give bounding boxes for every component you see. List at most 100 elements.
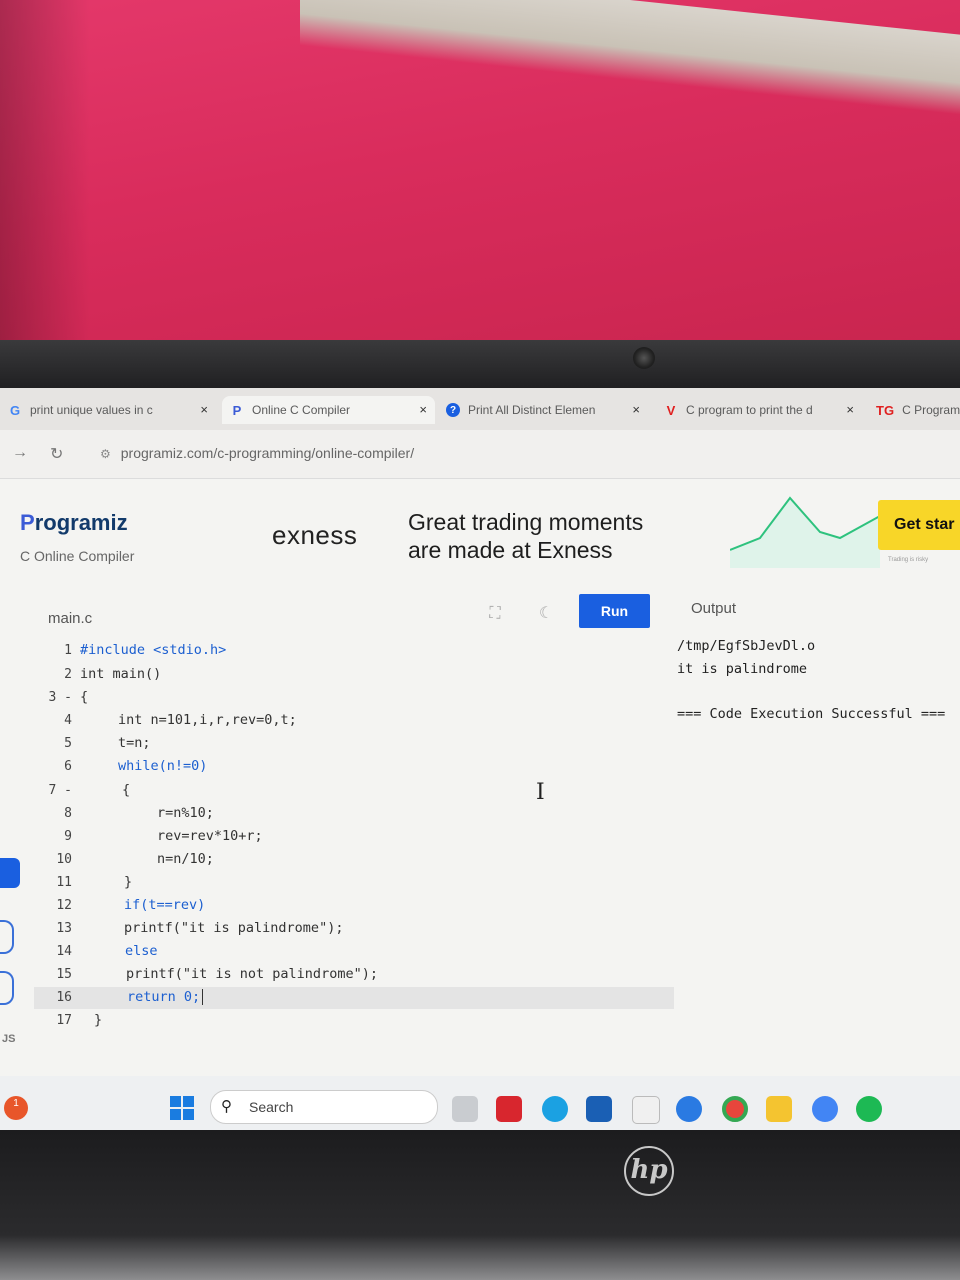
ad-brand[interactable]: exness (272, 520, 357, 551)
taskbar-search[interactable]: ⚲ Search (210, 1090, 438, 1124)
code-text: if(t==rev) (124, 897, 206, 913)
line-number: 9 (64, 829, 72, 844)
line-number: 12 (56, 898, 72, 913)
edge-icon[interactable] (542, 1096, 568, 1122)
line-number: 3 - (48, 690, 72, 705)
ad-disclaimer: Trading is risky (888, 557, 929, 563)
text-caret (202, 989, 204, 1005)
run-button[interactable]: Run (579, 594, 650, 628)
code-line: 4 int n=101,i,r,rev=0,t; (34, 710, 674, 732)
tab-c-program[interactable]: TG C Program (876, 396, 960, 424)
file-tab-main-c[interactable]: main.c (48, 610, 92, 627)
chrome-icon[interactable] (722, 1096, 748, 1122)
site-info-icon[interactable]: ⚙ (100, 447, 111, 461)
ibeam-cursor-icon: I (536, 780, 545, 805)
tab-print-unique-values[interactable]: G print unique values in c × (8, 396, 208, 424)
line-number: 16 (56, 990, 72, 1005)
url-field[interactable]: ⚙ programiz.com/c-programming/online-comp… (100, 445, 414, 461)
ad-headline[interactable]: Great trading moments are made at Exness (408, 508, 728, 564)
store-icon[interactable] (632, 1096, 660, 1124)
url-text: programiz.com/c-programming/online-compi… (120, 445, 415, 461)
output-line: === Code Execution Successful === (677, 706, 946, 722)
code-line: 17 } (34, 1010, 674, 1032)
code-text: return 0; (127, 989, 204, 1005)
close-icon[interactable]: × (200, 402, 208, 417)
output-line: it is palindrome (677, 661, 808, 677)
editor-toolbar: main.c ⛶ ☾ (0, 588, 960, 640)
code-line: 8 r=n%10; (34, 803, 674, 825)
page-subtitle: C Online Compiler (20, 548, 135, 564)
code-text: printf("it is not palindrome"); (126, 966, 378, 982)
tab-print-all-distinct[interactable]: ? Print All Distinct Elemen × (446, 396, 640, 424)
logo-initial: P (20, 510, 35, 535)
close-icon[interactable]: × (632, 402, 640, 417)
code-text: rev=rev*10+r; (157, 828, 263, 844)
line-number: 11 (56, 875, 72, 890)
line-number: 8 (64, 806, 72, 821)
browser-tab-bar: G print unique values in c × P Online C … (0, 388, 960, 430)
reload-icon[interactable]: ↻ (50, 444, 63, 464)
line-number: 13 (56, 921, 72, 936)
hp-logo: hp (624, 1146, 674, 1196)
line-number: 4 (64, 713, 72, 728)
code-text: else (125, 943, 158, 959)
code-text: int main() (80, 666, 162, 682)
line-number: 14 (56, 944, 72, 959)
line-number: 17 (56, 1013, 72, 1028)
windows-taskbar: 1 ⚲ Search (0, 1076, 960, 1130)
code-text: while(n!=0) (118, 758, 208, 774)
hp-app-icon[interactable] (586, 1096, 612, 1122)
sidebar-csharp-icon[interactable] (0, 971, 14, 1005)
task-view-icon[interactable] (452, 1096, 478, 1122)
tab-title: C Program (902, 403, 960, 417)
line-number: 5 (64, 736, 72, 751)
code-text-value: return 0; (127, 989, 201, 1005)
mcafee-icon[interactable] (496, 1096, 522, 1122)
help-icon[interactable] (676, 1096, 702, 1122)
forward-icon[interactable]: → (12, 444, 28, 462)
sidebar-c-icon[interactable] (0, 858, 20, 888)
code-editor[interactable]: 1 #include <stdio.h> 2 int main() 3 - { … (34, 640, 674, 1030)
site-header: Programiz C Online Compiler exness Great… (0, 480, 960, 582)
code-line: 1 #include <stdio.h> (34, 640, 674, 662)
spotify-icon[interactable] (856, 1096, 882, 1122)
code-line: 7 - { (34, 780, 674, 802)
logo-text: rogramiz (34, 510, 128, 535)
line-number: 2 (64, 667, 72, 682)
dark-mode-icon[interactable]: ☾ (535, 603, 557, 625)
address-bar: → ↻ ⚙ programiz.com/c-programming/online-… (0, 430, 960, 479)
tab-title: C program to print the d (686, 403, 813, 417)
code-text: } (94, 1012, 103, 1028)
tab-title: print unique values in c (30, 403, 153, 417)
tab-c-program-print[interactable]: V C program to print the d × (664, 396, 854, 424)
fullscreen-icon[interactable]: ⛶ (484, 603, 506, 625)
question-icon: ? (446, 403, 460, 417)
windows-start-icon[interactable] (170, 1096, 194, 1120)
code-text: printf("it is palindrome"); (124, 920, 344, 936)
sidebar-js-label[interactable]: JS (2, 1033, 15, 1045)
laptop-screen: G print unique values in c × P Online C … (0, 388, 960, 1130)
file-explorer-icon[interactable] (766, 1096, 792, 1122)
code-text: n=n/10; (157, 851, 214, 867)
code-line: 5 t=n; (34, 733, 674, 755)
code-line: 2 int main() (34, 664, 674, 686)
tab-online-c-compiler[interactable]: P Online C Compiler × (222, 396, 435, 424)
close-icon[interactable]: × (419, 402, 427, 417)
ad-headline-line2: are made at Exness (408, 537, 613, 563)
code-line: 13 printf("it is palindrome"); (34, 918, 674, 940)
programiz-icon: P (232, 402, 242, 418)
tab-title: Online C Compiler (252, 403, 351, 417)
code-text: { (80, 689, 89, 705)
ad-chart-graphic (730, 496, 880, 568)
line-number: 15 (56, 967, 72, 982)
close-icon[interactable]: × (846, 402, 854, 417)
tg-icon: TG (876, 402, 895, 418)
output-label: Output (691, 600, 737, 617)
sidebar-cpp-icon[interactable] (0, 920, 14, 954)
chrome-profile-icon[interactable] (812, 1096, 838, 1122)
ad-get-started-button[interactable]: Get star (878, 500, 960, 550)
notification-badge[interactable]: 1 (4, 1096, 28, 1120)
tab-title: Print All Distinct Elemen (468, 403, 596, 417)
webcam-icon (633, 347, 655, 369)
programiz-logo[interactable]: Programiz (20, 510, 128, 536)
